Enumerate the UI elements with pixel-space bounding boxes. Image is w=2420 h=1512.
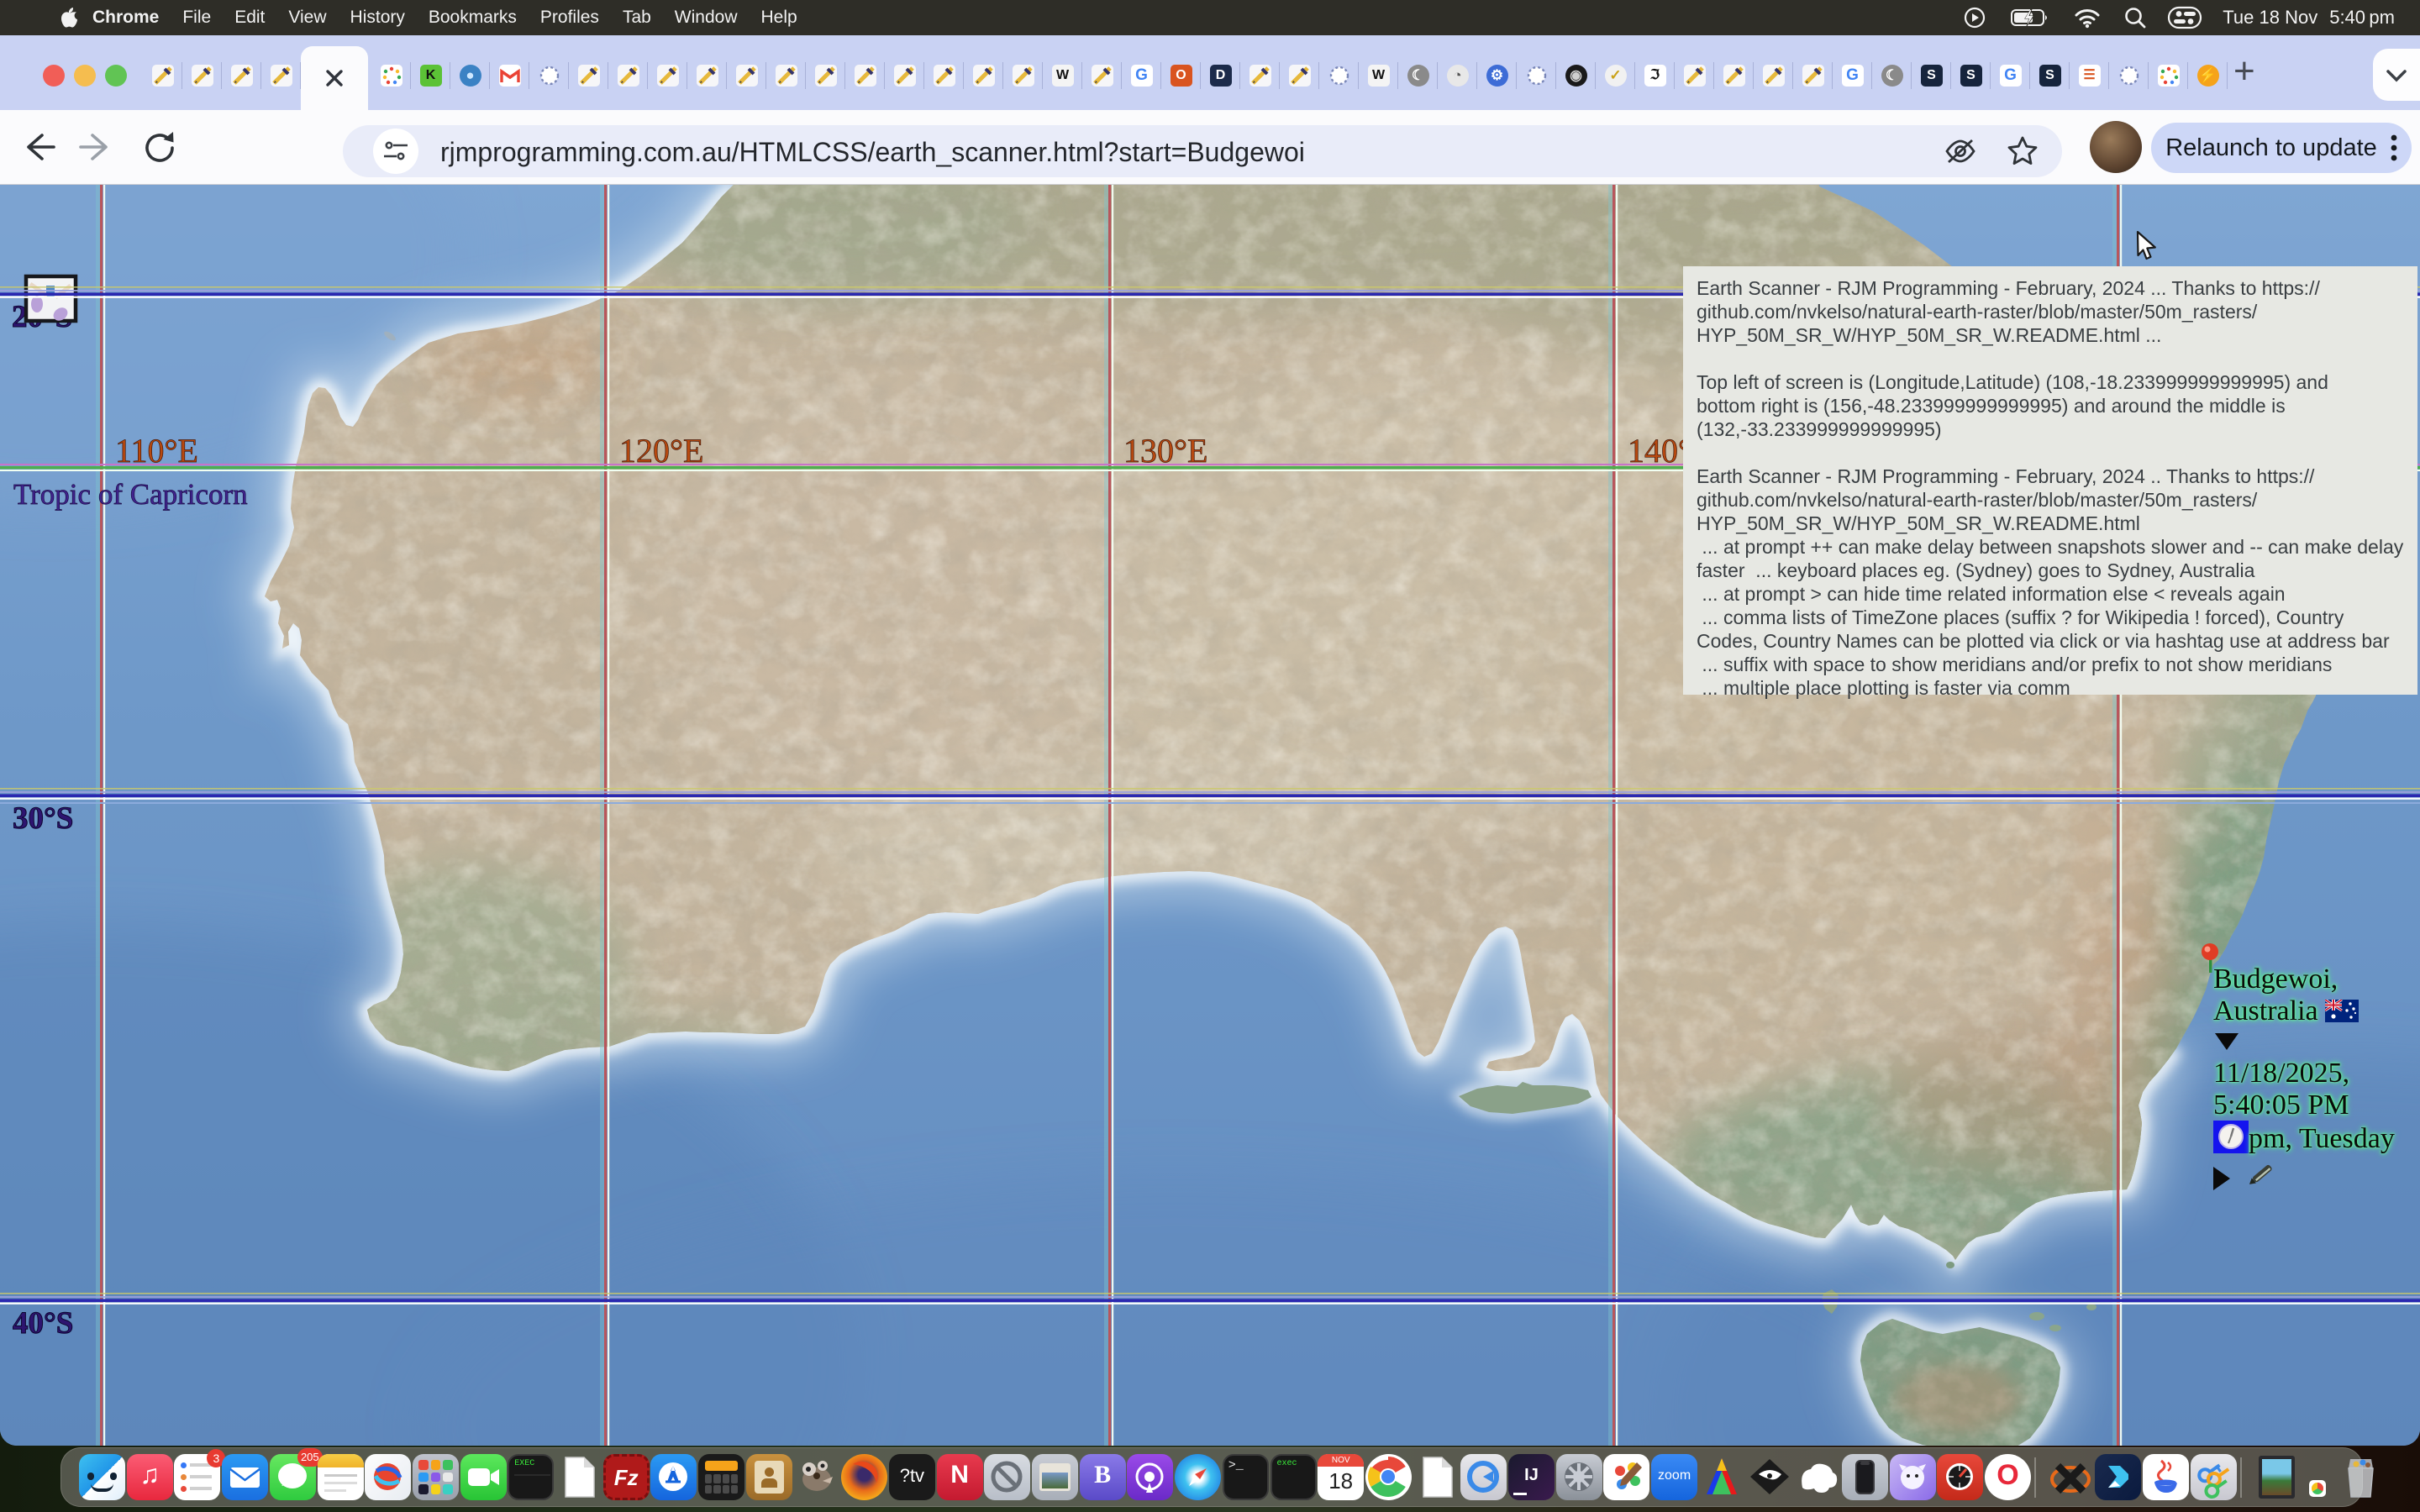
svg-text:110°E: 110°E bbox=[115, 432, 198, 470]
svg-text:130°E: 130°E bbox=[1123, 432, 1207, 470]
svg-text:30°S: 30°S bbox=[13, 801, 73, 836]
svg-text:40°S: 40°S bbox=[13, 1306, 73, 1341]
svg-text:Tropic of Capricorn: Tropic of Capricorn bbox=[13, 478, 248, 511]
svg-text:120°E: 120°E bbox=[619, 432, 703, 470]
